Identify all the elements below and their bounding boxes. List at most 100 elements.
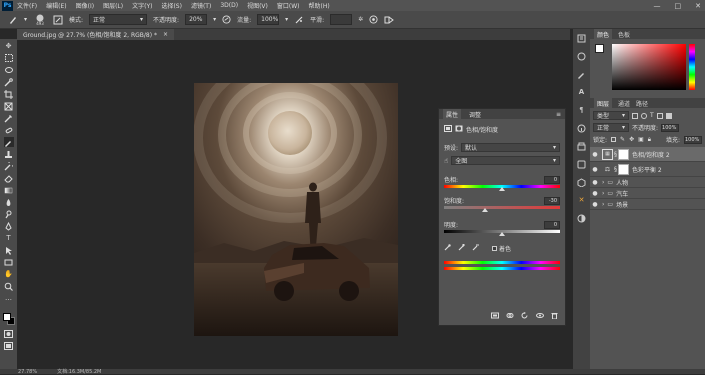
menu-filter[interactable]: 滤镜(T): [191, 1, 211, 10]
layer-group-row[interactable]: ● › ▭ 汽车: [590, 188, 705, 199]
menu-type[interactable]: 文字(Y): [132, 1, 152, 10]
layer-row[interactable]: ● ⚖ § 色彩平衡 2: [590, 162, 705, 177]
dodge-tool-icon[interactable]: [4, 209, 14, 219]
layer-comps-icon[interactable]: [577, 141, 587, 151]
lightness-input[interactable]: 0: [544, 220, 560, 229]
panel-menu-icon[interactable]: ≡: [556, 111, 561, 118]
filter-pixel-icon[interactable]: [632, 112, 638, 119]
hand-tool-icon[interactable]: ✋: [4, 269, 14, 279]
mask-icon[interactable]: [455, 125, 463, 134]
document-image[interactable]: [194, 83, 398, 336]
healing-brush-tool-icon[interactable]: [4, 125, 14, 135]
menu-select[interactable]: 选择(S): [161, 1, 182, 10]
menu-help[interactable]: 帮助(H): [309, 1, 330, 10]
tab-swatches[interactable]: 色板: [618, 30, 630, 39]
rectangle-tool-icon[interactable]: [4, 257, 14, 267]
hue-strip[interactable]: [689, 44, 695, 90]
lightness-slider-thumb[interactable]: [499, 232, 505, 236]
color-panel-icon[interactable]: [577, 51, 587, 61]
quick-mask-icon[interactable]: [4, 330, 13, 340]
history-panel-icon[interactable]: [577, 33, 587, 43]
chevron-right-icon[interactable]: ›: [602, 190, 604, 197]
layer-opacity-input[interactable]: 100%: [661, 123, 680, 132]
layer-group-row[interactable]: ● › ▭ 人物: [590, 177, 705, 188]
visibility-eye-icon[interactable]: [536, 312, 544, 321]
layer-row[interactable]: ● ▦ § 色相/饱和度 2: [590, 147, 705, 162]
filter-type-icon[interactable]: T: [650, 112, 654, 119]
tab-layers[interactable]: 图层: [594, 98, 613, 108]
eyedropper-plus-icon[interactable]: [458, 244, 465, 253]
pressure-opacity-icon[interactable]: [222, 15, 231, 24]
screen-mode-icon[interactable]: [4, 342, 13, 352]
adjustments-panel-icon[interactable]: [577, 213, 587, 223]
menu-edit[interactable]: 编辑(E): [46, 1, 66, 10]
saturation-slider-thumb[interactable]: [481, 208, 488, 212]
layer-mask-thumb[interactable]: [618, 163, 629, 175]
tab-adjustments[interactable]: 调整: [469, 110, 481, 119]
visibility-eye-icon[interactable]: ●: [590, 179, 600, 186]
tab-color[interactable]: 颜色: [594, 29, 613, 39]
gear-icon[interactable]: ✲: [358, 16, 363, 23]
tab-close-icon[interactable]: ×: [163, 31, 168, 38]
paragraph-panel-icon[interactable]: ¶: [577, 105, 587, 115]
chevron-right-icon[interactable]: ›: [602, 201, 604, 208]
eyedropper-minus-icon[interactable]: [472, 244, 479, 253]
visibility-eye-icon[interactable]: ●: [590, 166, 600, 173]
frame-tool-icon[interactable]: [4, 101, 14, 111]
tab-properties[interactable]: 属性: [443, 109, 462, 119]
filter-shape-icon[interactable]: [656, 112, 663, 119]
pen-tool-icon[interactable]: [4, 221, 14, 231]
hue-input[interactable]: 0: [544, 175, 560, 184]
brush-preset-picker[interactable]: 493: [33, 14, 47, 26]
chevron-down-icon[interactable]: ▾: [213, 16, 216, 23]
mode-select[interactable]: 正常 ▾: [89, 14, 148, 25]
more-tools-icon[interactable]: …: [4, 293, 14, 303]
chevron-right-icon[interactable]: ›: [602, 179, 604, 186]
lock-artboard-icon[interactable]: ▣: [638, 136, 644, 143]
lock-all-icon[interactable]: 🔒︎: [648, 136, 651, 144]
smoothing-input[interactable]: [330, 14, 353, 25]
document-tab[interactable]: Ground.jpg @ 27.7% (色相/饱和度 2, RGB/8) * ×: [17, 29, 174, 40]
blend-mode-select[interactable]: 正常 ▾: [593, 123, 629, 132]
visibility-eye-icon[interactable]: ●: [590, 151, 600, 158]
fill-input[interactable]: 100%: [684, 135, 702, 144]
quick-selection-tool-icon[interactable]: [4, 77, 14, 87]
hue-slider-thumb[interactable]: [499, 187, 505, 191]
3d-panel-icon[interactable]: [577, 177, 587, 187]
menu-view[interactable]: 视图(V): [247, 1, 268, 10]
visibility-eye-icon[interactable]: ●: [590, 201, 600, 208]
menu-3d[interactable]: 3D(D): [220, 2, 238, 9]
chevron-down-icon[interactable]: ▾: [24, 16, 27, 23]
tools-preset-icon[interactable]: ✕: [577, 195, 587, 205]
close-button[interactable]: ✕: [695, 2, 701, 10]
pressure-size-icon[interactable]: [369, 15, 378, 24]
lock-transparent-icon[interactable]: [611, 137, 617, 142]
eraser-tool-icon[interactable]: [4, 173, 14, 183]
move-tool-icon[interactable]: ✥: [4, 41, 14, 51]
brush-settings-icon[interactable]: [53, 15, 63, 25]
reset-icon[interactable]: [521, 312, 529, 321]
color-field[interactable]: [612, 44, 686, 90]
history-brush-tool-icon[interactable]: [4, 161, 14, 171]
type-tool-icon[interactable]: T: [4, 233, 14, 243]
foreground-color-swatch[interactable]: [3, 313, 11, 321]
filter-adjustment-icon[interactable]: [641, 112, 647, 119]
lock-position-icon[interactable]: ✥: [629, 136, 634, 143]
lock-pixels-icon[interactable]: ✎: [620, 136, 625, 143]
maximize-button[interactable]: □: [675, 2, 682, 10]
tab-channels[interactable]: 通道: [618, 99, 630, 108]
lasso-tool-icon[interactable]: [4, 65, 14, 75]
visibility-eye-icon[interactable]: ●: [590, 190, 600, 197]
fg-color-chip[interactable]: [595, 44, 604, 53]
blur-tool-icon[interactable]: [4, 197, 14, 207]
clone-stamp-tool-icon[interactable]: [4, 149, 14, 159]
symmetry-icon[interactable]: [384, 15, 395, 25]
chevron-down-icon[interactable]: ▾: [285, 16, 288, 23]
brush-panel-icon[interactable]: [577, 69, 587, 79]
crop-tool-icon[interactable]: [4, 89, 14, 99]
zoom-tool-icon[interactable]: [4, 281, 14, 291]
eyedropper-icon[interactable]: [444, 244, 451, 253]
info-panel-icon[interactable]: [577, 123, 587, 133]
filter-smartobject-icon[interactable]: [665, 112, 672, 119]
flow-input[interactable]: 100%: [257, 14, 280, 25]
